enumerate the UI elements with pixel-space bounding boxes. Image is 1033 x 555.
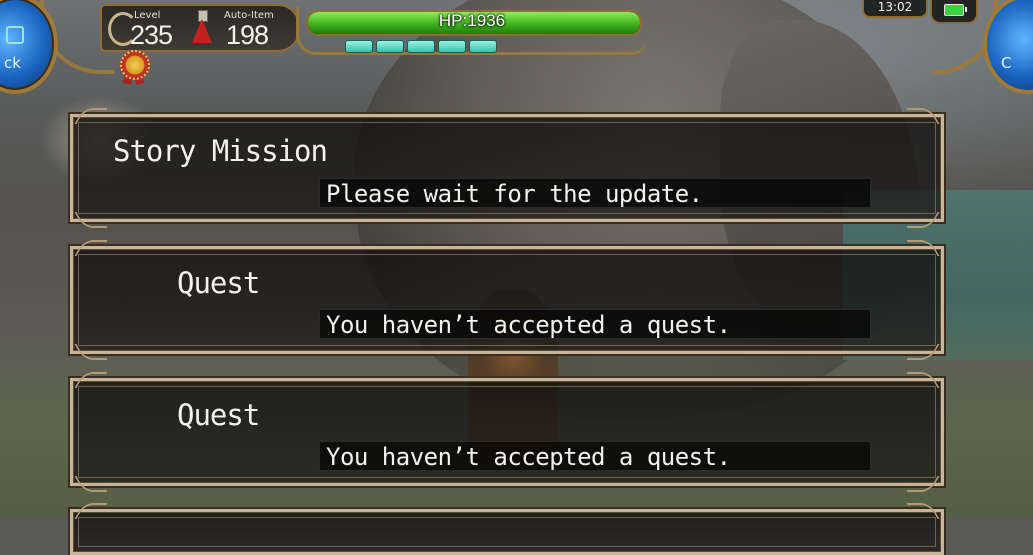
sp-segment [407, 40, 435, 53]
panel-title: Quest [177, 266, 260, 300]
story-mission-panel[interactable]: Story Mission Please wait for the update… [70, 108, 944, 228]
quest-panel-2[interactable]: Quest You haven’t accepted a quest. [70, 372, 944, 492]
back-icon [6, 26, 24, 44]
panel-message: You haven’t accepted a quest. [319, 309, 871, 339]
panel-title: Quest [177, 398, 260, 432]
panel-message: You haven’t accepted a quest. [319, 441, 871, 471]
next-panel-partial[interactable] [70, 503, 944, 555]
sp-segment [345, 40, 373, 53]
medal-icon[interactable] [118, 50, 150, 85]
player-stats-panel: Level 235 Auto-Item 198 [100, 4, 300, 52]
sp-segment [438, 40, 466, 53]
back-button-label: ck [4, 54, 21, 72]
battery-icon [944, 4, 967, 16]
panel-title: Story Mission [113, 134, 328, 168]
panel-message: Please wait for the update. [319, 178, 871, 208]
sp-segment [376, 40, 404, 53]
potion-icon[interactable] [192, 10, 212, 44]
auto-item-value: 198 [226, 20, 269, 50]
sp-gauge [345, 40, 497, 53]
sp-segment [469, 40, 497, 53]
quest-panel-1[interactable]: Quest You haven’t accepted a quest. [70, 240, 944, 360]
level-value: 235 [130, 20, 173, 50]
clock: 13:02 [862, 0, 928, 18]
right-menu-button-label: C [1001, 54, 1012, 72]
battery-indicator [930, 0, 978, 24]
hp-text: HP:1936 [438, 11, 506, 30]
